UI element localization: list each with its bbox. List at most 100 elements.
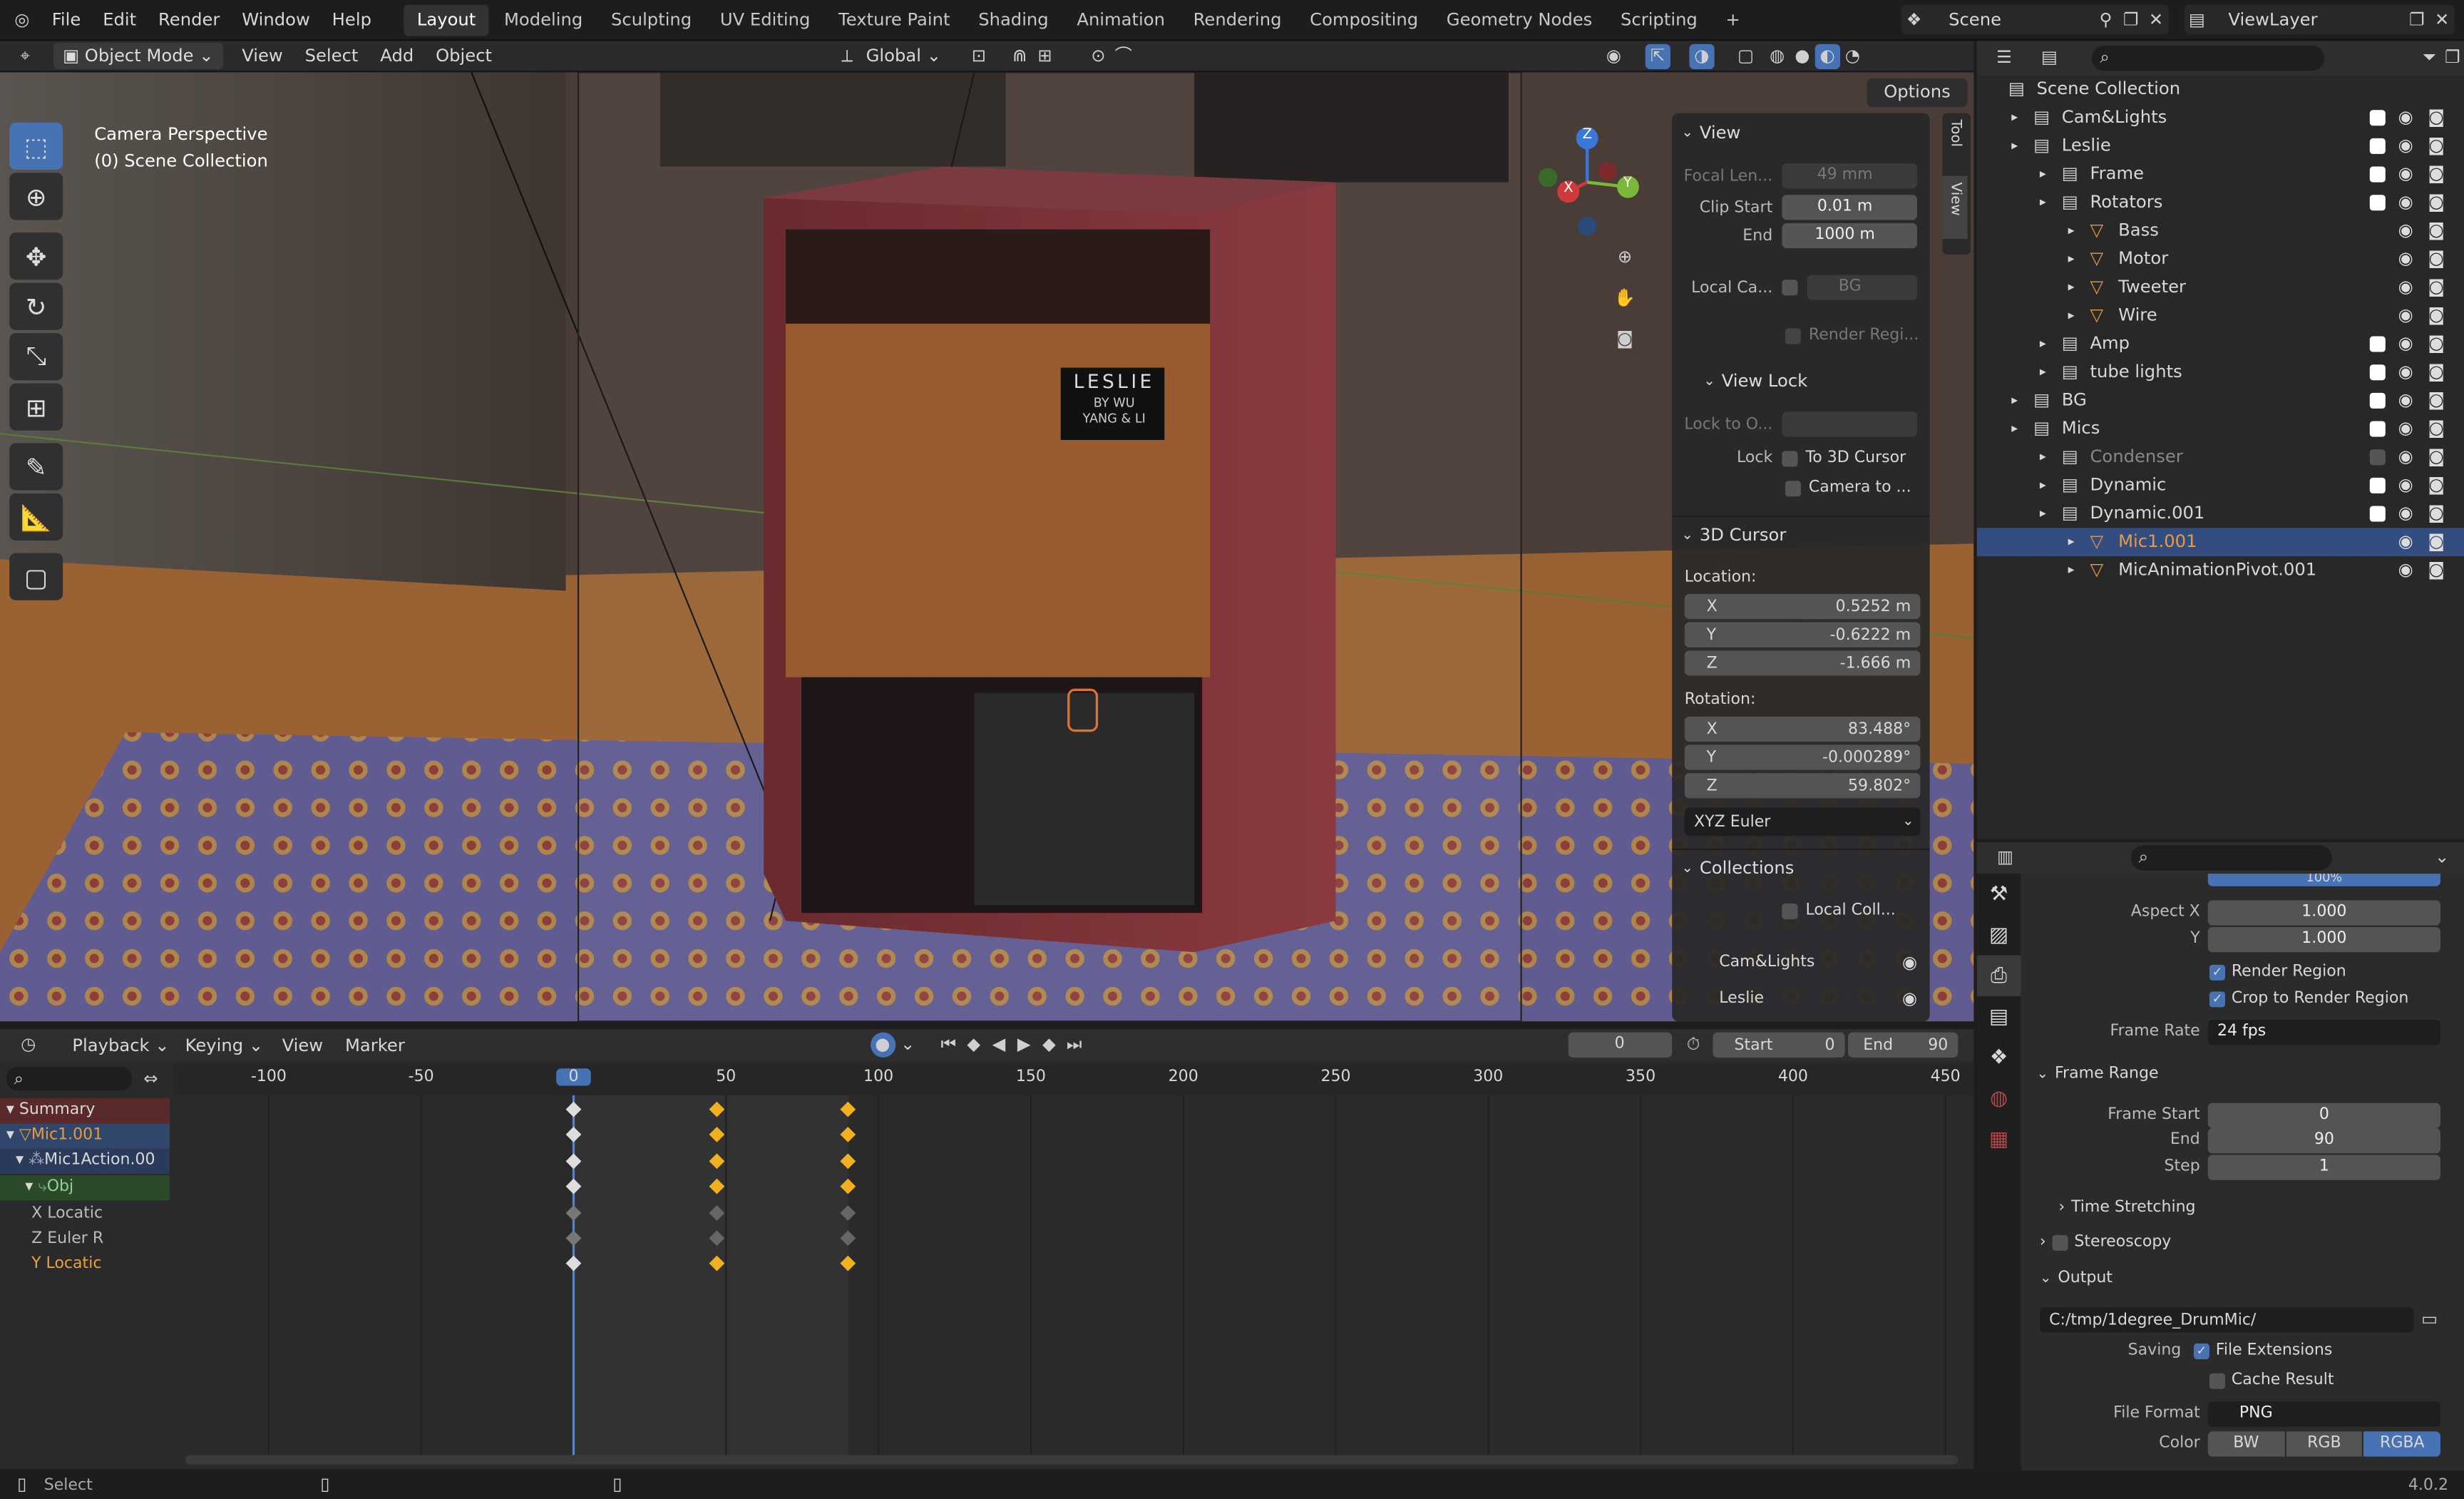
xray-icon[interactable]: ▢ (1733, 44, 1758, 68)
jump-start-icon[interactable]: ⏮ (936, 1033, 961, 1058)
mode-dropdown[interactable]: ▣ Object Mode ⌄ (53, 42, 223, 69)
cursor-location-x[interactable]: X 0.5252 m (1684, 593, 1921, 620)
folder-icon[interactable]: ▭ (2417, 1307, 2442, 1332)
eye-icon[interactable]: ◉ (2398, 188, 2413, 217)
outliner-item[interactable]: ▸ ▤ Dynamic ◉ ◙ (1977, 471, 2464, 500)
eye-icon[interactable]: ◉ (2398, 217, 2413, 245)
rendered-shading-icon[interactable]: ◔ (1840, 44, 1865, 68)
exclude-checkbox[interactable] (2369, 138, 2386, 154)
expand-arrow-icon[interactable]: ▸ (2040, 358, 2046, 387)
3d-cursor-header[interactable]: ⌄ 3D Cursor (1681, 525, 1786, 546)
local-camera-checkbox[interactable] (1782, 280, 1798, 296)
collections-header[interactable]: ⌄ Collections (1681, 858, 1794, 879)
tab-geometry-nodes[interactable]: Geometry Nodes (1434, 4, 1605, 36)
render-camera-icon[interactable]: ◙ (2428, 160, 2445, 189)
cursor-rotation-y[interactable]: Y -0.000289° (1684, 745, 1921, 770)
color-bw-button[interactable]: BW (2207, 1431, 2285, 1457)
eye-icon[interactable]: ◉ (2398, 358, 2413, 387)
channel-group[interactable]: ▾ ⤷Obj (0, 1175, 170, 1201)
eye-icon[interactable]: ◉ (2398, 415, 2413, 444)
overlay-icon[interactable]: ◑ (1689, 43, 1715, 68)
filter-icon[interactable]: ⏷ (2418, 46, 2440, 71)
render-camera-icon[interactable]: ◙ (2428, 443, 2445, 471)
expand-arrow-icon[interactable]: ▸ (2068, 528, 2075, 556)
output-header[interactable]: ⌄ Output (2040, 1269, 2113, 1286)
frame-rate-dropdown[interactable]: 24 fps (2207, 1020, 2440, 1045)
color-rgb-button[interactable]: RGB (2286, 1431, 2363, 1457)
tab-layout[interactable]: Layout (404, 4, 488, 36)
expand-arrow-icon[interactable]: ▸ (2068, 273, 2075, 302)
chevron-down-icon[interactable]: ⌄ (895, 1033, 920, 1058)
render-camera-icon[interactable]: ◙ (2428, 471, 2445, 500)
expand-arrow-icon[interactable]: ▸ (2040, 471, 2046, 500)
view-layer-tab-icon[interactable]: ▤ (1977, 996, 2021, 1037)
outliner-item[interactable]: ▸ ▽ Wire ◉ ◙ (1977, 302, 2464, 330)
menu-help[interactable]: Help (321, 1, 382, 39)
file-format-dropdown[interactable]: PNG (2207, 1401, 2440, 1427)
render-camera-icon[interactable]: ◙ (2428, 330, 2445, 359)
move-tool-icon[interactable]: ✥ (9, 232, 63, 280)
menu-add[interactable]: Add (380, 46, 414, 66)
outliner-item[interactable]: ▸ ▤ Cam&Lights ◉ ◙ (1977, 103, 2464, 132)
tab-texture-paint[interactable]: Texture Paint (826, 4, 962, 36)
scene-tab-icon[interactable]: ❖ (1977, 1037, 2021, 1078)
eye-icon[interactable]: ◉ (2398, 387, 2413, 415)
start-frame-field[interactable]: Start 0 (1712, 1032, 1844, 1058)
exclude-checkbox[interactable] (2369, 166, 2386, 183)
lock-to-object-field[interactable] (1782, 411, 1918, 437)
eye-icon[interactable]: ◉ (1902, 952, 1917, 973)
material-shading-icon[interactable]: ◐ (1814, 43, 1840, 68)
render-camera-icon[interactable]: ◙ (2428, 273, 2445, 302)
zoom-icon[interactable]: ⊕ (1612, 245, 1637, 270)
frame-range-header[interactable]: ⌄ Frame Range (2037, 1065, 2452, 1083)
collection-row-camlights[interactable]: Cam&Lights ◉ (1719, 952, 1917, 973)
clip-end-field[interactable]: 1000 m (1782, 222, 1918, 249)
eye-icon[interactable]: ◉ (2398, 471, 2413, 500)
render-camera-icon[interactable]: ◙ (2428, 415, 2445, 444)
clip-start-field[interactable]: 0.01 m (1782, 195, 1918, 220)
cursor-location-z[interactable]: Z -1.666 m (1684, 650, 1921, 676)
editor-type-icon[interactable]: ⌖ (13, 44, 38, 68)
exclude-checkbox[interactable] (2369, 195, 2386, 211)
expand-arrow-icon[interactable]: ▸ (2040, 160, 2046, 189)
snap-icon[interactable]: ⋒ (1007, 44, 1032, 68)
file-extensions-checkbox[interactable]: ✓ (2193, 1342, 2209, 1359)
cursor-tool-icon[interactable]: ⊕ (9, 173, 63, 220)
blender-logo-icon[interactable]: ◎ (9, 7, 34, 32)
menu-edit[interactable]: Edit (92, 1, 148, 39)
tab-scripting[interactable]: Scripting (1608, 4, 1710, 36)
properties-editor-icon[interactable]: ▥ (1993, 845, 2018, 870)
new-collection-icon[interactable]: ❐ (2441, 46, 2464, 71)
rotate-tool-icon[interactable]: ↻ (9, 282, 63, 330)
exclude-checkbox[interactable] (2369, 110, 2386, 126)
measure-tool-icon[interactable]: 📐 (9, 493, 63, 541)
render-camera-icon[interactable]: ◙ (2428, 302, 2445, 330)
stereoscopy-header[interactable]: › Stereoscopy (2040, 1234, 2171, 1251)
render-camera-icon[interactable]: ◙ (2428, 358, 2445, 387)
euler-dropdown[interactable]: XYZ Euler ⌄ (1684, 807, 1921, 837)
exclude-checkbox[interactable] (2369, 477, 2386, 493)
expand-arrow-icon[interactable]: ▸ (2068, 302, 2075, 330)
current-frame-field[interactable]: 0 (1567, 1032, 1672, 1058)
cursor-rotation-x[interactable]: X 83.488° (1684, 716, 1921, 742)
world-tab-icon[interactable]: ◍ (1977, 1078, 2021, 1119)
menu-select[interactable]: Select (305, 46, 359, 66)
channel-summary[interactable]: ▾ Summary (0, 1098, 170, 1124)
eye-icon[interactable]: ◉ (2398, 273, 2413, 302)
exclude-checkbox[interactable] (2369, 506, 2386, 522)
stereoscopy-checkbox[interactable] (2052, 1234, 2068, 1250)
tab-rendering[interactable]: Rendering (1181, 4, 1294, 36)
chevron-down-icon[interactable]: ⌄ (2430, 845, 2455, 870)
transform-tool-icon[interactable]: ⊞ (9, 383, 63, 431)
expand-arrow-icon[interactable]: ▸ (2011, 415, 2018, 444)
stopwatch-icon[interactable]: ⏱ (1681, 1033, 1706, 1058)
render-region-checkbox[interactable]: ✓ (2209, 963, 2226, 980)
new-scene-icon[interactable]: ❐ (2118, 7, 2143, 32)
to-3d-cursor-checkbox[interactable] (1782, 450, 1798, 466)
render-camera-icon[interactable]: ◙ (2428, 500, 2445, 528)
frame-end-field[interactable]: 90 (2207, 1128, 2440, 1154)
outliner-item[interactable]: ▸ ▽ Motor ◉ ◙ (1977, 245, 2464, 274)
menu-timeline-view[interactable]: View (282, 1035, 324, 1055)
tab-compositing[interactable]: Compositing (1298, 4, 1431, 36)
cursor-rotation-z[interactable]: Z 59.802° (1684, 773, 1921, 799)
